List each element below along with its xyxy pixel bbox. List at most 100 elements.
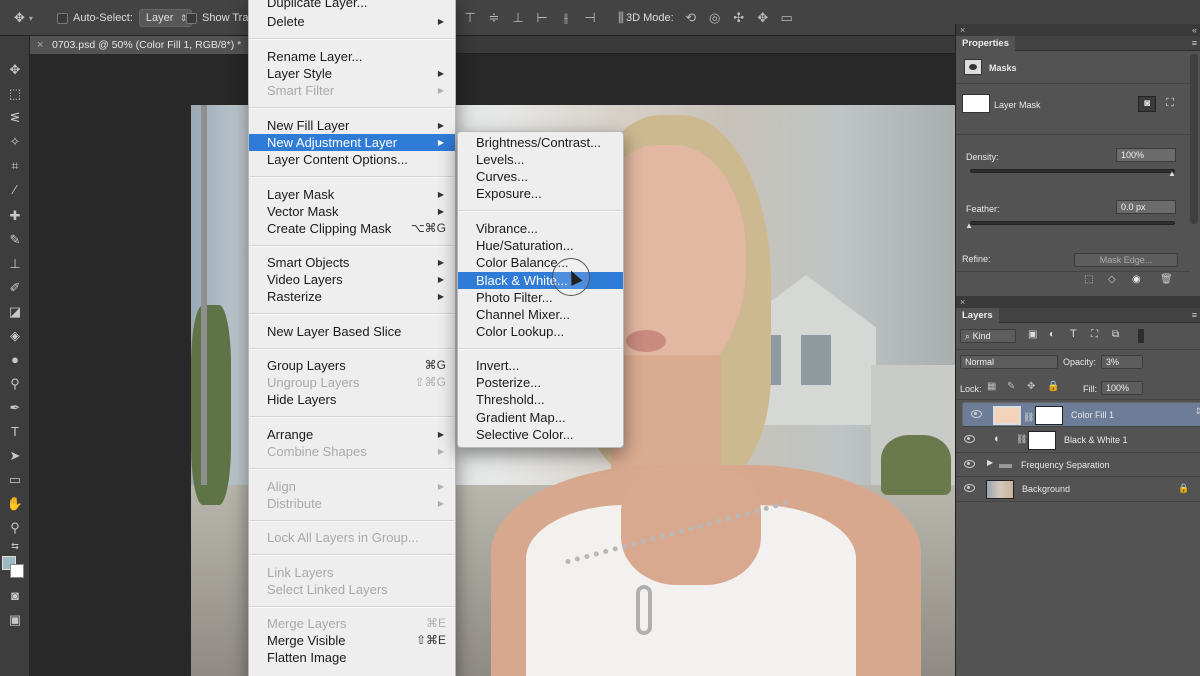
submenu-posterize[interactable]: Posterize... bbox=[458, 374, 623, 391]
collapse-panel-icon[interactable]: « bbox=[1192, 24, 1197, 36]
type-tool-icon[interactable]: T bbox=[4, 422, 26, 442]
3d-roll-icon[interactable]: ◎ bbox=[708, 11, 722, 25]
color-fill-thumbnail[interactable] bbox=[993, 406, 1021, 425]
density-field[interactable]: 100% bbox=[1116, 148, 1176, 162]
opacity-field[interactable]: 3% bbox=[1101, 355, 1143, 369]
menu-flatten-image[interactable]: Flatten Image bbox=[249, 649, 455, 666]
submenu-channel-mixer[interactable]: Channel Mixer... bbox=[458, 306, 623, 323]
fill-field[interactable]: 100% bbox=[1101, 381, 1143, 395]
vector-mask-icon[interactable]: ⛶ bbox=[1161, 96, 1179, 112]
panel-menu-icon[interactable]: ≡ bbox=[1192, 36, 1197, 51]
menu-new-layer-based-slice[interactable]: New Layer Based Slice bbox=[249, 323, 455, 340]
eyedropper-tool-icon[interactable]: ⁄ bbox=[4, 180, 26, 200]
filter-shape-icon[interactable]: ⛶ bbox=[1091, 329, 1098, 340]
filter-smart-object-icon[interactable]: ⧉ bbox=[1112, 329, 1119, 340]
lasso-tool-icon[interactable]: ᓬ bbox=[4, 108, 26, 128]
submenu-black-white[interactable]: Black & White... bbox=[458, 272, 623, 289]
submenu-levels[interactable]: Levels... bbox=[458, 151, 623, 168]
crop-tool-icon[interactable]: ⌗ bbox=[4, 156, 26, 176]
layer-mask-thumbnail[interactable] bbox=[1028, 431, 1056, 450]
filter-adjustment-icon[interactable]: ◐ bbox=[1049, 329, 1055, 340]
filter-pixel-icon[interactable]: ▣ bbox=[1028, 329, 1037, 340]
history-brush-tool-icon[interactable]: ✐ bbox=[4, 278, 26, 298]
delete-mask-icon[interactable]: 🗑 bbox=[1160, 274, 1173, 285]
submenu-threshold[interactable]: Threshold... bbox=[458, 391, 623, 408]
swap-colors-icon[interactable]: ⇆ bbox=[4, 536, 26, 556]
load-selection-icon[interactable]: ⬚ bbox=[1084, 274, 1093, 285]
auto-select-checkbox[interactable] bbox=[57, 12, 68, 24]
3d-slide-icon[interactable]: ✥ bbox=[756, 11, 770, 25]
submenu-invert[interactable]: Invert... bbox=[458, 357, 623, 374]
feather-field[interactable]: 0.0 px bbox=[1116, 200, 1176, 214]
magic-wand-tool-icon[interactable]: ✧ bbox=[4, 132, 26, 152]
auto-select-dropdown[interactable]: Layer bbox=[138, 9, 193, 27]
pen-tool-icon[interactable]: ✒ bbox=[4, 398, 26, 418]
align-hcenter-icon[interactable]: ⫲ bbox=[559, 11, 573, 25]
submenu-color-lookup[interactable]: Color Lookup... bbox=[458, 323, 623, 340]
feather-slider-handle[interactable]: ▲ bbox=[965, 221, 973, 230]
menu-layer-style[interactable]: Layer Style ▶ bbox=[249, 65, 455, 82]
lock-all-icon[interactable]: 🔒 bbox=[1047, 381, 1059, 392]
visibility-eye-icon[interactable] bbox=[964, 435, 975, 443]
menu-new-adjustment-layer[interactable]: New Adjustment Layer ▶ bbox=[249, 134, 455, 151]
density-slider-handle[interactable]: ▲ bbox=[1168, 169, 1176, 178]
align-vcenter-icon[interactable]: ≑ bbox=[487, 11, 501, 25]
dodge-tool-icon[interactable]: ⚲ bbox=[4, 374, 26, 394]
menu-layer-mask[interactable]: Layer Mask ▶ bbox=[249, 186, 455, 203]
close-tab-icon[interactable]: × bbox=[37, 36, 43, 54]
layer-row-black-white[interactable]: ◐ ⛓ Black & White 1 bbox=[956, 428, 1200, 453]
menu-hide-layers[interactable]: Hide Layers bbox=[249, 391, 455, 408]
filter-toggle[interactable] bbox=[1138, 329, 1144, 343]
blur-tool-icon[interactable]: ● bbox=[4, 350, 26, 370]
menu-delete[interactable]: Delete ▶ bbox=[249, 13, 455, 30]
visibility-eye-icon[interactable] bbox=[964, 484, 975, 492]
visibility-eye-icon[interactable] bbox=[964, 460, 975, 468]
align-bottom-icon[interactable]: ⊥ bbox=[511, 11, 525, 25]
feather-slider[interactable] bbox=[970, 221, 1175, 225]
density-slider[interactable] bbox=[970, 169, 1175, 173]
submenu-hue-saturation[interactable]: Hue/Saturation... bbox=[458, 237, 623, 254]
submenu-exposure[interactable]: Exposure... bbox=[458, 185, 623, 202]
marquee-tool-icon[interactable]: ⬚ bbox=[4, 84, 26, 104]
properties-tab[interactable]: Properties bbox=[956, 36, 1015, 51]
menu-video-layers[interactable]: Video Layers ▶ bbox=[249, 271, 455, 288]
filter-kind-dropdown[interactable]: ⌕ Kind bbox=[960, 329, 1016, 343]
menu-new-fill-layer[interactable]: New Fill Layer ▶ bbox=[249, 117, 455, 134]
background-color-swatch[interactable] bbox=[10, 564, 24, 578]
zoom-tool-icon[interactable]: ⚲ bbox=[4, 518, 26, 538]
menu-vector-mask[interactable]: Vector Mask ▶ bbox=[249, 203, 455, 220]
align-top-icon[interactable]: ⊤ bbox=[463, 11, 477, 25]
submenu-gradient-map[interactable]: Gradient Map... bbox=[458, 409, 623, 426]
menu-duplicate-layer[interactable]: Duplicate Layer... bbox=[249, 0, 455, 11]
document-tab[interactable]: × 0703.psd @ 50% (Color Fill 1, RGB/8*) … bbox=[30, 36, 253, 54]
quick-mask-icon[interactable]: ◙ bbox=[4, 586, 26, 606]
paint-bucket-tool-icon[interactable]: ◈ bbox=[4, 326, 26, 346]
pixel-mask-icon[interactable]: ◙ bbox=[1138, 96, 1156, 112]
submenu-curves[interactable]: Curves... bbox=[458, 168, 623, 185]
3d-rotate-icon[interactable]: ⟲ bbox=[684, 11, 698, 25]
submenu-selective-color[interactable]: Selective Color... bbox=[458, 426, 623, 443]
visibility-eye-icon[interactable]: ◉ bbox=[1132, 274, 1141, 285]
submenu-color-balance[interactable]: Color Balance... bbox=[458, 254, 623, 271]
submenu-photo-filter[interactable]: Photo Filter... bbox=[458, 289, 623, 306]
close-panel-icon[interactable]: × bbox=[960, 296, 965, 308]
lock-position-icon[interactable]: ✥ bbox=[1027, 381, 1035, 392]
lock-transparent-icon[interactable]: ▦ bbox=[987, 381, 996, 392]
menu-rename-layer[interactable]: Rename Layer... bbox=[249, 48, 455, 65]
layer-mask-thumbnail[interactable] bbox=[1035, 406, 1063, 425]
rectangle-tool-icon[interactable]: ▭ bbox=[4, 470, 26, 490]
layer-row-color-fill[interactable]: ⛓ Color Fill 1 bbox=[962, 402, 1200, 427]
visibility-eye-icon[interactable] bbox=[971, 410, 982, 418]
background-thumbnail[interactable] bbox=[986, 480, 1014, 499]
3d-pan-icon[interactable]: ✣ bbox=[732, 11, 746, 25]
align-right-icon[interactable]: ⊣ bbox=[583, 11, 597, 25]
align-left-icon[interactable]: ⊢ bbox=[535, 11, 549, 25]
menu-group-layers[interactable]: Group Layers ⌘G bbox=[249, 357, 455, 374]
panel-menu-icon[interactable]: ≡ bbox=[1192, 308, 1197, 323]
menu-arrange[interactable]: Arrange ▶ bbox=[249, 426, 455, 443]
blend-mode-dropdown[interactable]: Normal bbox=[960, 355, 1058, 369]
hand-tool-icon[interactable]: ✋ bbox=[4, 494, 26, 514]
eraser-tool-icon[interactable]: ◪ bbox=[4, 302, 26, 322]
clone-stamp-tool-icon[interactable]: ⊥ bbox=[4, 254, 26, 274]
properties-scrollbar[interactable] bbox=[1190, 54, 1198, 224]
